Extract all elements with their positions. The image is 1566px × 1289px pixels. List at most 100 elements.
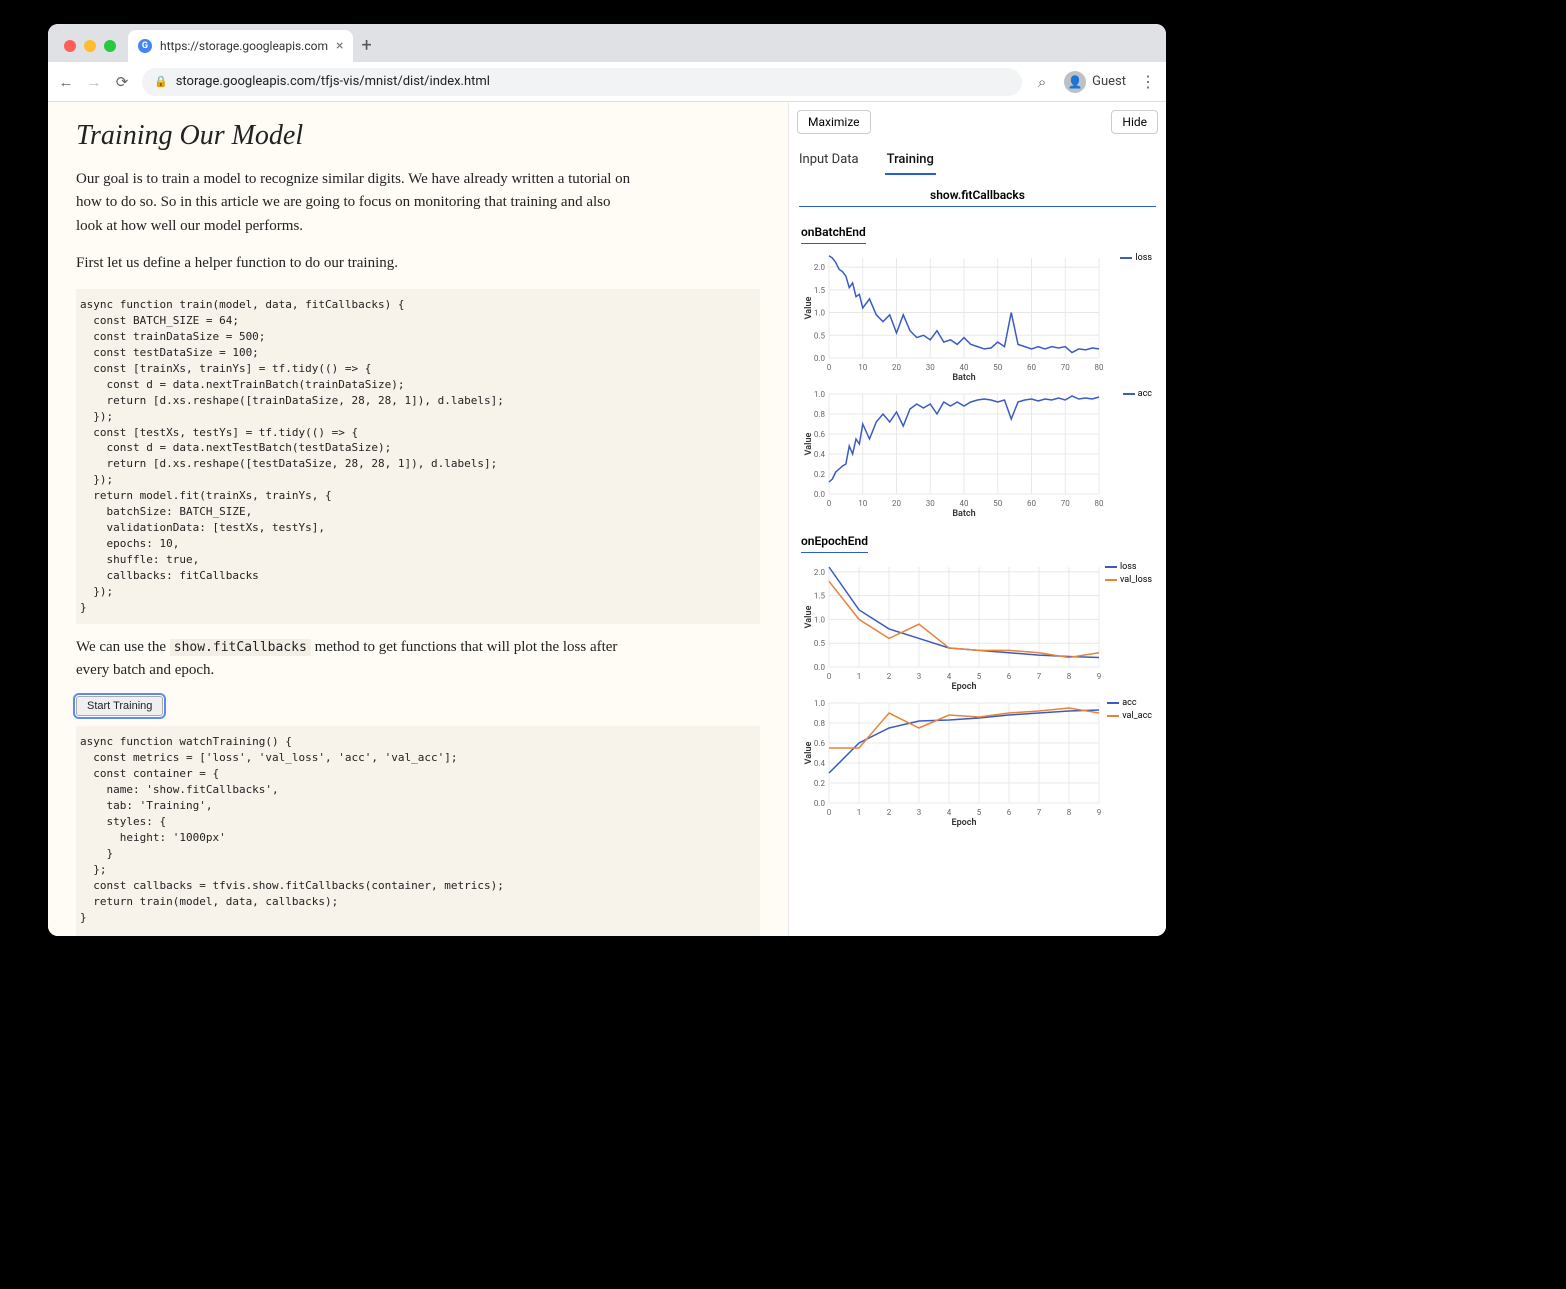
maximize-button[interactable]: Maximize (797, 110, 871, 134)
paragraph: Our goal is to train a model to recogniz… (76, 168, 636, 238)
svg-text:0.8: 0.8 (814, 719, 826, 728)
svg-text:Value: Value (804, 297, 814, 320)
svg-text:1: 1 (857, 672, 862, 681)
window-controls (64, 40, 116, 52)
svg-text:0.4: 0.4 (814, 450, 826, 459)
new-tab-button[interactable]: + (361, 35, 371, 56)
svg-text:8: 8 (1067, 808, 1072, 817)
profile-chip[interactable]: 👤 Guest (1064, 71, 1126, 93)
paragraph: We can use the show.fitCallbacks method … (76, 636, 636, 683)
svg-text:9: 9 (1097, 808, 1102, 817)
tab-training[interactable]: Training (885, 146, 936, 175)
paragraph: First let us define a helper function to… (76, 252, 636, 275)
minimize-window-icon[interactable] (84, 40, 96, 52)
svg-text:2: 2 (887, 808, 892, 817)
code-block: async function watchTraining() { const m… (76, 726, 760, 936)
svg-text:2: 2 (887, 672, 892, 681)
forward-icon[interactable]: → (86, 73, 102, 91)
svg-text:20: 20 (892, 363, 901, 372)
svg-text:1.5: 1.5 (814, 592, 826, 601)
svg-text:3: 3 (917, 672, 922, 681)
svg-text:5: 5 (977, 808, 982, 817)
tab-title: https://storage.googleapis.com (160, 39, 328, 53)
svg-text:50: 50 (993, 363, 1002, 372)
page-title: Training Our Model (76, 120, 760, 152)
inline-code: show.fitCallbacks (170, 639, 311, 656)
browser-tab[interactable]: G https://storage.googleapis.com × (128, 30, 353, 62)
svg-text:0.6: 0.6 (814, 739, 826, 748)
svg-text:5: 5 (977, 672, 982, 681)
svg-text:0: 0 (827, 363, 832, 372)
panel-title: show.fitCallbacks (799, 180, 1156, 207)
hide-button[interactable]: Hide (1111, 110, 1158, 134)
svg-text:70: 70 (1061, 363, 1070, 372)
svg-text:60: 60 (1027, 363, 1036, 372)
svg-text:Value: Value (804, 742, 814, 765)
tab-strip: G https://storage.googleapis.com × + (48, 24, 1166, 62)
svg-text:2.0: 2.0 (814, 263, 826, 272)
guest-label: Guest (1092, 74, 1126, 89)
svg-text:0.5: 0.5 (814, 331, 826, 340)
svg-text:60: 60 (1027, 499, 1036, 508)
svg-text:Epoch: Epoch (952, 818, 977, 827)
svg-text:0: 0 (827, 808, 832, 817)
favicon-icon: G (138, 39, 152, 53)
svg-text:1: 1 (857, 808, 862, 817)
chart-batch-loss: 0.00.51.01.52.001020304050607080BatchVal… (801, 252, 1154, 382)
svg-text:40: 40 (960, 499, 969, 508)
tab-input-data[interactable]: Input Data (797, 146, 861, 175)
svg-text:1.0: 1.0 (814, 699, 826, 708)
close-tab-icon[interactable]: × (336, 38, 343, 54)
svg-text:0.4: 0.4 (814, 759, 826, 768)
svg-text:Value: Value (804, 606, 814, 629)
svg-text:1.0: 1.0 (814, 615, 826, 624)
svg-text:6: 6 (1007, 672, 1012, 681)
svg-text:0.2: 0.2 (814, 470, 826, 479)
reload-icon[interactable]: ⟳ (114, 73, 130, 91)
svg-text:0.0: 0.0 (814, 354, 826, 363)
svg-text:0.0: 0.0 (814, 663, 826, 672)
svg-text:2.0: 2.0 (814, 568, 826, 577)
zoom-window-icon[interactable] (104, 40, 116, 52)
svg-text:30: 30 (926, 499, 935, 508)
start-training-button[interactable]: Start Training (76, 696, 163, 716)
svg-text:50: 50 (993, 499, 1002, 508)
svg-text:10: 10 (858, 363, 867, 372)
address-bar[interactable]: 🔒 storage.googleapis.com/tfjs-vis/mnist/… (142, 68, 1022, 96)
vis-tabs: Input Data Training (789, 142, 1166, 176)
svg-text:10: 10 (858, 499, 867, 508)
search-icon[interactable]: ⌕ (1034, 73, 1050, 91)
svg-text:4: 4 (947, 808, 952, 817)
close-window-icon[interactable] (64, 40, 76, 52)
back-icon[interactable]: ← (58, 73, 74, 91)
svg-text:Value: Value (804, 433, 814, 456)
svg-text:30: 30 (926, 363, 935, 372)
chart-epoch-loss: 0.00.51.01.52.00123456789EpochValuelossv… (801, 561, 1154, 691)
svg-text:0: 0 (827, 499, 832, 508)
code-block: async function train(model, data, fitCal… (76, 289, 760, 624)
lock-icon: 🔒 (154, 75, 168, 88)
svg-text:7: 7 (1037, 808, 1042, 817)
svg-text:0.2: 0.2 (814, 779, 826, 788)
article-pane: Training Our Model Our goal is to train … (48, 102, 788, 936)
svg-text:4: 4 (947, 672, 952, 681)
svg-text:0.0: 0.0 (814, 799, 826, 808)
svg-text:0.0: 0.0 (814, 490, 826, 499)
vis-panel: Maximize Hide Input Data Training show.f… (788, 102, 1166, 936)
svg-text:1.0: 1.0 (814, 390, 826, 399)
svg-text:0.6: 0.6 (814, 430, 826, 439)
toolbar: ← → ⟳ 🔒 storage.googleapis.com/tfjs-vis/… (48, 62, 1166, 102)
svg-text:6: 6 (1007, 808, 1012, 817)
svg-text:1.5: 1.5 (814, 286, 826, 295)
svg-text:0.5: 0.5 (814, 639, 826, 648)
svg-text:7: 7 (1037, 672, 1042, 681)
svg-text:0: 0 (827, 672, 832, 681)
svg-text:80: 80 (1095, 363, 1104, 372)
menu-icon[interactable]: ⋮ (1140, 72, 1156, 91)
url-text: storage.googleapis.com/tfjs-vis/mnist/di… (176, 74, 490, 89)
svg-text:Epoch: Epoch (952, 682, 977, 691)
svg-text:3: 3 (917, 808, 922, 817)
svg-text:Batch: Batch (952, 373, 975, 382)
svg-text:20: 20 (892, 499, 901, 508)
chart-batch-acc: 0.00.20.40.60.81.001020304050607080Batch… (801, 388, 1154, 518)
